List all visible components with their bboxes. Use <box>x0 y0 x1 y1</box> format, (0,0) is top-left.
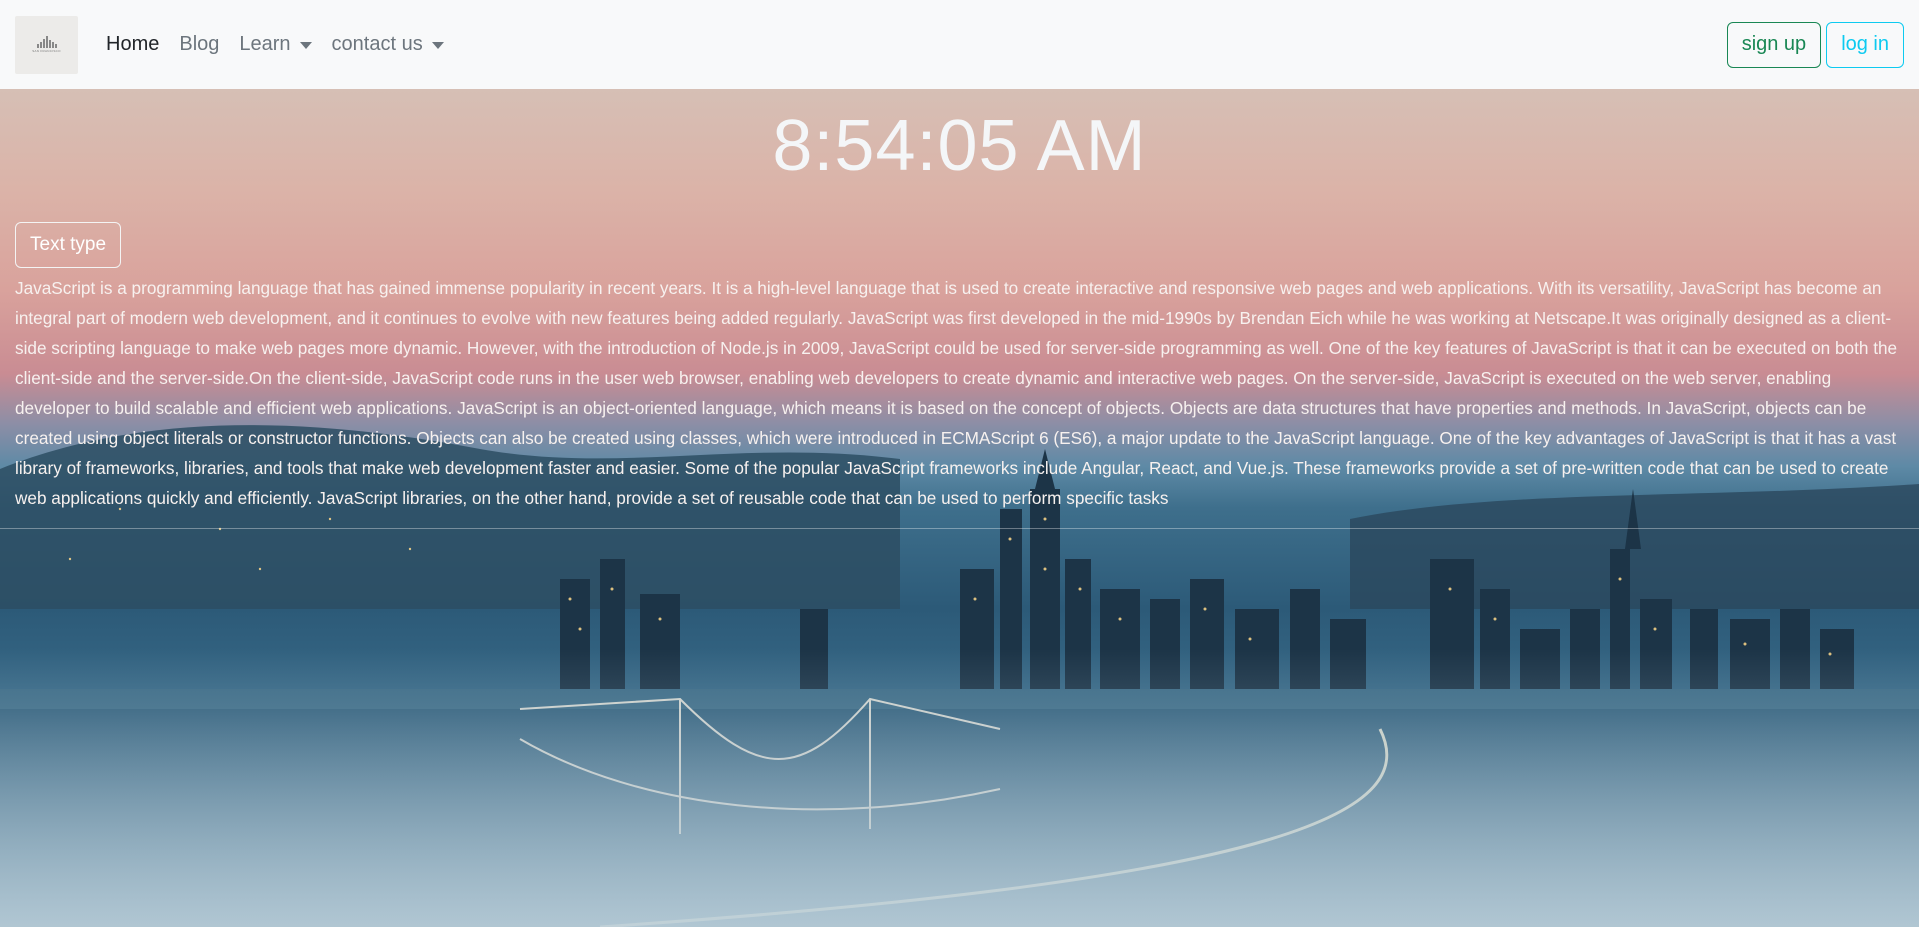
divider <box>0 528 1919 529</box>
nav-link-home-label: Home <box>106 33 160 55</box>
login-button[interactable]: log in <box>1826 21 1904 68</box>
caret-down-icon <box>431 42 444 49</box>
nav-link-home[interactable]: Home <box>106 33 159 56</box>
signup-button[interactable]: sign up <box>1726 21 1822 68</box>
hero-section: 8:54:05 AM Text type JavaScript is a pro… <box>0 89 1919 927</box>
javascript-paragraph: JavaScript is a programming language tha… <box>15 278 1898 508</box>
caret-down-icon <box>299 42 312 49</box>
nav-dropdown-contact[interactable]: contact us <box>332 33 444 56</box>
nav-dropdown-learn-label: Learn <box>239 33 291 55</box>
nav-links: Home Blog Learn contact us <box>106 33 464 56</box>
navbar: SAN FRANCISCO Home Blog Learn contact us… <box>0 0 1919 89</box>
logo-text: SAN FRANCISCO <box>32 49 61 53</box>
nav-dropdown-contact-label: contact us <box>331 33 423 55</box>
nav-link-blog-label: Blog <box>179 33 220 55</box>
auth-buttons: sign up log in <box>1726 21 1904 68</box>
brand-logo[interactable]: SAN FRANCISCO <box>15 15 78 74</box>
logo-icon <box>36 36 57 48</box>
clock-display: 8:54:05 AM <box>772 106 1147 186</box>
nav-link-blog[interactable]: Blog <box>179 33 219 56</box>
text-type-button[interactable]: Text type <box>15 222 122 268</box>
nav-dropdown-learn[interactable]: Learn <box>239 33 312 56</box>
